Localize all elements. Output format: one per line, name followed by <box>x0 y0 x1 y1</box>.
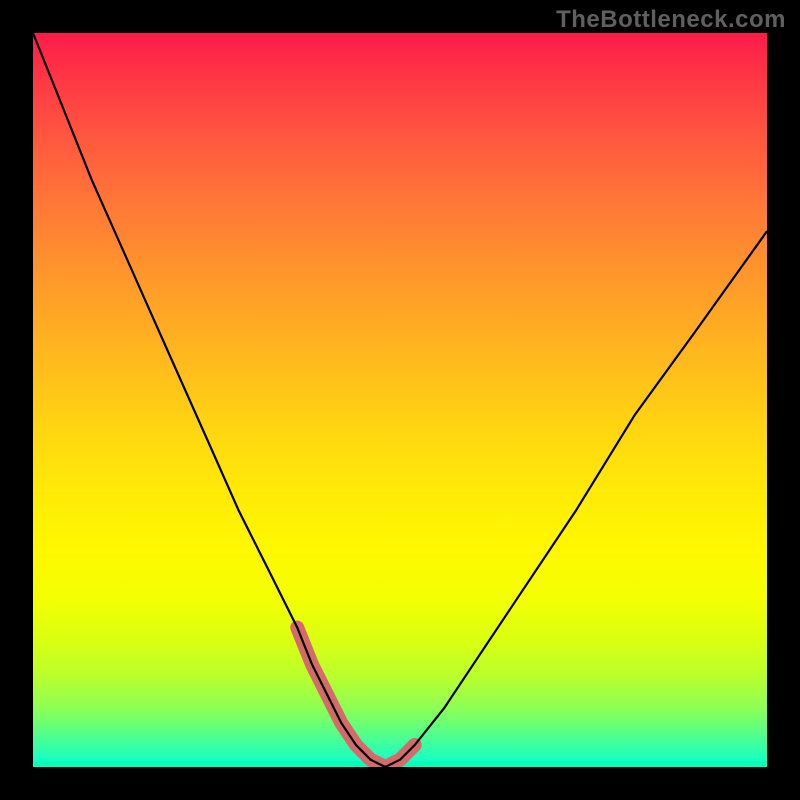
watermark-text: TheBottleneck.com <box>556 6 786 34</box>
plot-area <box>33 33 767 767</box>
curves-svg <box>33 33 767 767</box>
bottleneck-curve <box>33 33 767 767</box>
chart-frame: TheBottleneck.com <box>0 0 800 800</box>
